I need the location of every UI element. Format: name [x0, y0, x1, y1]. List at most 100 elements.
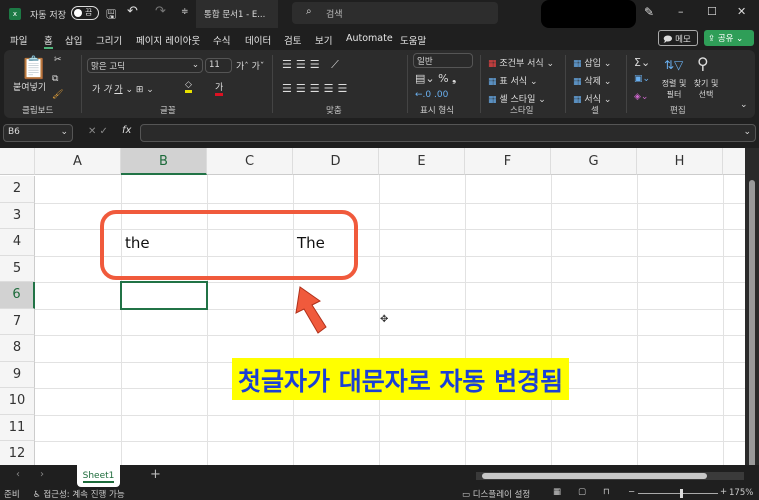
name-box[interactable]: B6 ⌄: [3, 124, 73, 142]
zoom-in-button[interactable]: +: [720, 487, 727, 497]
currency-percent-comma-icons[interactable]: ▤⌄ % ❟: [415, 72, 456, 86]
menu-file[interactable]: 파일: [10, 33, 27, 47]
copy-icon[interactable]: ⧉: [52, 74, 58, 84]
menu-view[interactable]: 보기: [315, 33, 332, 47]
fill-color-icon[interactable]: ◇: [185, 80, 192, 93]
decimal-icons[interactable]: ←.0 .00: [415, 90, 448, 100]
h-scroll-thumb[interactable]: [482, 473, 707, 479]
conditional-format-button[interactable]: ▦ 조건부 서식 ⌄: [488, 56, 554, 69]
autosum-icon[interactable]: Σ⌄: [634, 56, 650, 69]
vertical-align-icons[interactable]: ☰☰☰ ⟋: [282, 58, 343, 72]
horizontal-align-icons[interactable]: ☰☰☰☰☰: [282, 82, 351, 95]
column-header-C[interactable]: C: [207, 148, 293, 175]
doc-title-text: 통합 문서1 - E...: [204, 10, 266, 20]
row-header-5[interactable]: 5: [0, 255, 35, 282]
selected-cell-B6[interactable]: [120, 281, 208, 310]
column-header-E[interactable]: E: [379, 148, 465, 175]
menu-insert[interactable]: 삽입: [65, 33, 82, 47]
page-layout-view-icon[interactable]: ▢: [578, 487, 586, 497]
column-header-H[interactable]: H: [637, 148, 723, 175]
menu-data[interactable]: 데이터: [245, 33, 271, 47]
autosave-toggle[interactable]: 끔: [71, 6, 99, 20]
scroll-thumb[interactable]: [749, 180, 755, 470]
row-header-10[interactable]: 10: [0, 388, 35, 415]
menu-draw[interactable]: 그리기: [96, 33, 122, 47]
zoom-slider-thumb[interactable]: [680, 489, 683, 498]
sort-filter-button[interactable]: 정렬 및 필터: [660, 78, 688, 100]
find-select-button[interactable]: 찾기 및 선택: [692, 78, 720, 100]
gridline: [551, 175, 552, 465]
save-icon[interactable]: 🖫: [106, 5, 116, 26]
accessibility-text: 접근성: 계속 진행 가능: [43, 490, 125, 500]
find-icon[interactable]: ⚲: [697, 54, 709, 73]
row-header-3[interactable]: 3: [0, 202, 35, 229]
format-painter-icon[interactable]: 🖌: [52, 90, 63, 100]
spreadsheet-grid[interactable]: A B C D E F G H 2 3 4 5 6 7 8 9 10 11 12 the The: [0, 148, 745, 465]
column-header-G[interactable]: G: [551, 148, 637, 175]
undo-icon[interactable]: ↶: [127, 4, 138, 19]
select-all-corner[interactable]: [0, 148, 35, 175]
share-button[interactable]: ⇪ 공유 ⌄: [704, 30, 754, 46]
accessibility-status[interactable]: ♿ 접근성: 계속 진행 가능: [33, 488, 125, 500]
close-button[interactable]: ✕: [737, 5, 746, 18]
fill-icon[interactable]: ▣⌄: [634, 74, 650, 84]
zoom-out-button[interactable]: −: [628, 487, 635, 497]
row-header-11[interactable]: 11: [0, 414, 35, 441]
insert-function-button[interactable]: fx: [122, 125, 131, 136]
menu-review[interactable]: 검토: [284, 33, 301, 47]
display-settings-button[interactable]: ▭ 디스플레이 설정: [462, 488, 530, 500]
normal-view-icon[interactable]: ▦: [553, 487, 561, 497]
row-header-6[interactable]: 6: [0, 282, 35, 309]
next-sheet-icon[interactable]: ›: [40, 469, 44, 480]
row-header-7[interactable]: 7: [0, 308, 35, 335]
font-color-icon[interactable]: 가: [215, 80, 224, 96]
horizontal-scrollbar[interactable]: [476, 472, 744, 480]
cut-icon[interactable]: ✂: [54, 55, 62, 65]
menu-home[interactable]: 홈: [44, 33, 53, 49]
menu-automate[interactable]: Automate: [346, 33, 393, 44]
column-header-B[interactable]: B: [121, 148, 207, 175]
formula-input[interactable]: ⌄: [140, 124, 756, 142]
add-sheet-button[interactable]: +: [150, 467, 161, 482]
memo-button[interactable]: 🗩 메모: [658, 30, 698, 46]
vertical-scrollbar[interactable]: [745, 148, 759, 470]
number-format-select[interactable]: 일반: [413, 53, 473, 68]
collapse-ribbon-icon[interactable]: ⌄: [740, 100, 748, 110]
clipboard-group-label: 클립보드: [22, 106, 54, 116]
row-header-4[interactable]: 4: [0, 229, 35, 256]
row-header-12[interactable]: 12: [0, 441, 35, 465]
page-break-view-icon[interactable]: ⊓: [603, 487, 610, 497]
maximize-button[interactable]: ☐: [707, 5, 717, 18]
column-header-A[interactable]: A: [35, 148, 121, 175]
bold-italic-underline-icons[interactable]: 가 가 가 ⌄ ⊞ ⌄: [92, 82, 154, 95]
insert-cells-button[interactable]: ▦ 삽입 ⌄: [573, 56, 611, 69]
paste-button[interactable]: 붙여넣기: [13, 80, 46, 93]
zoom-slider[interactable]: [638, 489, 718, 498]
column-header-F[interactable]: F: [465, 148, 551, 175]
menu-help[interactable]: 도움말: [400, 33, 426, 47]
search-box[interactable]: ⌕ 검색: [292, 2, 498, 24]
sort-filter-icon[interactable]: ⇅▽: [664, 58, 683, 72]
menu-page-layout[interactable]: 페이지 레이아웃: [136, 33, 200, 47]
row-header-2[interactable]: 2: [0, 176, 35, 203]
font-name-select[interactable]: 맑은 고딕 ⌄: [87, 58, 203, 73]
grow-font-icon[interactable]: 가ˆ 가ˇ: [236, 59, 264, 72]
sheet-tab-sheet1[interactable]: Sheet1: [77, 465, 120, 487]
delete-cells-button[interactable]: ▦ 삭제 ⌄: [573, 74, 611, 87]
font-size-select[interactable]: 11: [205, 58, 232, 73]
customize-qat-icon[interactable]: ≑: [181, 7, 189, 17]
column-header-partial[interactable]: [723, 148, 745, 175]
row-header-9[interactable]: 9: [0, 361, 35, 388]
clear-icon[interactable]: ◈⌄: [634, 92, 648, 102]
paste-icon[interactable]: 📋: [20, 56, 47, 81]
format-as-table-button[interactable]: ▦ 표 서식 ⌄: [488, 74, 538, 87]
pen-icon[interactable]: ✎: [644, 5, 654, 19]
zoom-level[interactable]: 175%: [729, 488, 753, 498]
menu-formulas[interactable]: 수식: [213, 33, 230, 47]
row-header-8[interactable]: 8: [0, 335, 35, 362]
cancel-enter-icons[interactable]: ✕ ✓: [88, 126, 108, 137]
prev-sheet-icon[interactable]: ‹: [16, 469, 20, 480]
minimize-button[interactable]: –: [678, 5, 684, 18]
column-header-D[interactable]: D: [293, 148, 379, 175]
redo-icon[interactable]: ↷: [155, 4, 166, 19]
